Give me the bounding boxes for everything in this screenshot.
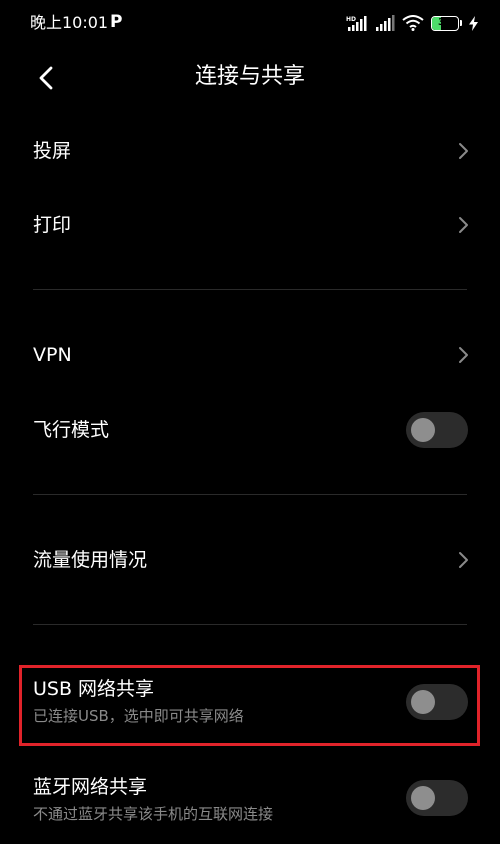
highlight-box [19, 665, 480, 746]
charging-icon [469, 15, 478, 31]
toggle-knob [411, 418, 435, 442]
hd-signal-icon: HD [346, 16, 367, 31]
chevron-right-icon [459, 552, 468, 568]
svg-text:HD: HD [346, 16, 356, 23]
menu-item-label: 飞行模式 [33, 419, 110, 441]
signal-icon [376, 15, 395, 31]
battery-icon: 34 [431, 15, 459, 31]
airplane-mode-toggle[interactable] [406, 412, 468, 448]
menu-item-bluetooth-tethering: 蓝牙网络共享 不通过蓝牙共享该手机的互联网连接 [0, 766, 500, 842]
p-badge-icon: P [110, 12, 123, 32]
chevron-right-icon [459, 143, 468, 159]
battery-level: 34 [438, 16, 452, 28]
divider [33, 624, 467, 625]
menu-item-airplane-mode: 飞行模式 [0, 397, 500, 463]
wifi-icon [402, 15, 424, 31]
menu-item-label: 流量使用情况 [33, 549, 148, 571]
toggle-knob [411, 786, 435, 810]
status-time: 晚上10:01 [30, 13, 109, 32]
menu-item-print[interactable]: 打印 [0, 192, 500, 258]
menu-item-label: VPN [33, 344, 72, 366]
menu-item-label: 蓝牙网络共享 [33, 776, 148, 798]
chevron-right-icon [459, 347, 468, 363]
divider [33, 289, 467, 290]
chevron-right-icon [459, 217, 468, 233]
menu-item-subtitle: 不通过蓝牙共享该手机的互联网连接 [33, 805, 274, 823]
status-icons: HD 34 [346, 13, 478, 33]
divider [33, 494, 467, 495]
bluetooth-tethering-toggle[interactable] [406, 780, 468, 816]
battery-cap [460, 20, 462, 26]
menu-item-label: 投屏 [33, 140, 72, 162]
menu-item-cast[interactable]: 投屏 [0, 118, 500, 184]
page-title: 连接与共享 [194, 64, 305, 89]
menu-item-label: 打印 [33, 214, 72, 236]
header: 连接与共享 [0, 48, 500, 108]
menu-item-vpn[interactable]: VPN [0, 322, 500, 388]
menu-item-data-usage[interactable]: 流量使用情况 [0, 527, 500, 593]
status-bar: 晚上10:01 P HD 34 [0, 0, 500, 48]
